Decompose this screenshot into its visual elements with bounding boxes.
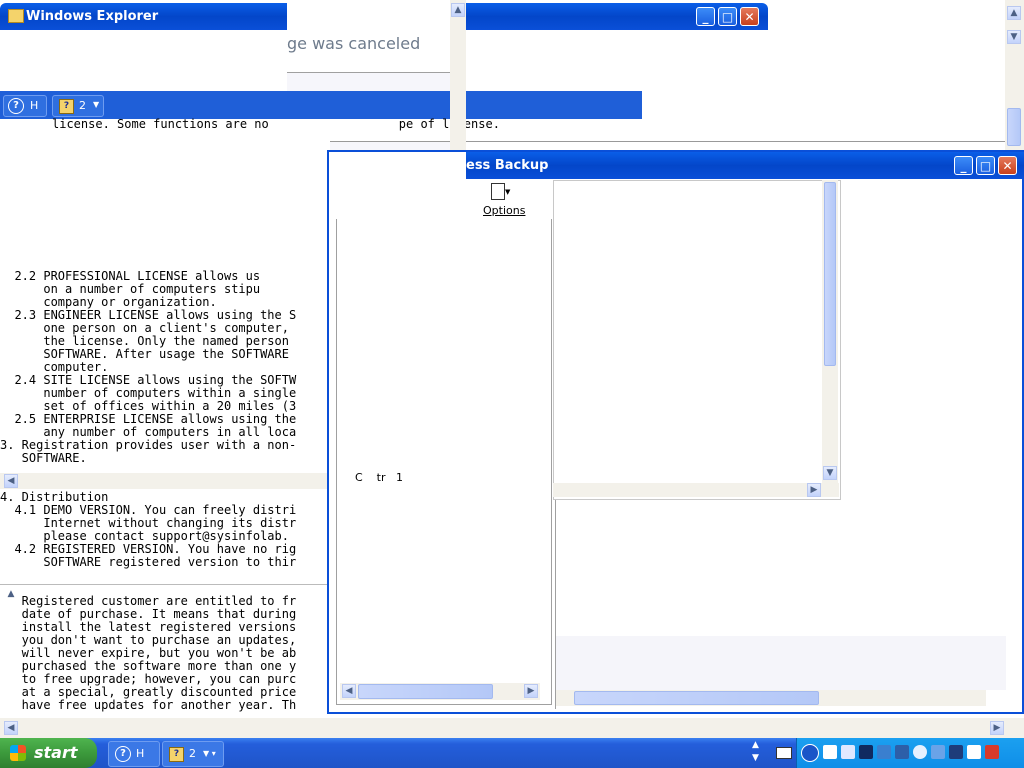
maximize-icon: □ (721, 9, 734, 24)
scroll-up-button[interactable]: ▲ (1007, 6, 1021, 20)
help-button[interactable]: ? H (3, 95, 47, 117)
options-button[interactable]: ▼ Options (478, 180, 526, 218)
tree-scroll-thumb[interactable] (358, 684, 493, 699)
minimize-button[interactable]: _ (696, 7, 715, 26)
scroll-thumb[interactable] (1007, 108, 1021, 146)
taskbar-badge-label: 2 (189, 747, 196, 760)
minimize-icon: _ (960, 158, 967, 173)
backup-minimize-button[interactable]: _ (954, 156, 973, 175)
list-pane-shade (556, 636, 1006, 690)
tray-pen-icon[interactable] (859, 745, 873, 759)
tree-scroll-left[interactable]: ◀ (342, 684, 356, 698)
detail-scroll-down[interactable]: ▼ (823, 466, 837, 480)
windows-logo-icon (10, 745, 26, 761)
start-button[interactable]: start (0, 738, 97, 768)
tree-hscroll[interactable]: ◀ ▶ (340, 683, 540, 700)
taskbar-help-button[interactable]: ? H (108, 741, 160, 767)
system-tray (796, 738, 1024, 768)
scroll-left-button[interactable]: ◀ (4, 474, 18, 488)
center-scroll-up[interactable]: ▲ (451, 3, 465, 17)
tray-x-icon[interactable] (841, 745, 855, 759)
help-label: H (30, 99, 39, 112)
tree-pane (336, 219, 552, 705)
detail-scroll-right[interactable]: ▶ (807, 483, 821, 497)
license-lines-b: 4. Distribution 4.1 DEMO VERSION. You ca… (0, 491, 296, 569)
license-line: SOFTWARE. (0, 451, 87, 465)
tree-scroll-right[interactable]: ▶ (524, 684, 538, 698)
license-top-line: license. Some functions are no pe of lic… (52, 117, 500, 131)
tree-partial-text: C tr 1 (355, 471, 403, 484)
help-icon: ? (8, 98, 24, 114)
tray-refresh-icon[interactable] (913, 745, 927, 759)
bottom-scroll-right[interactable]: ▶ (990, 721, 1004, 735)
tray-gear-icon[interactable] (949, 745, 963, 759)
taskbar-help-label: H (136, 747, 145, 760)
license-text-area-3: ▲ Registered customer are entitled to fr… (0, 584, 330, 715)
help-toolbar: ? H ? 2 ▼ (0, 91, 642, 119)
chevron-down-icon: ▼ (93, 100, 100, 109)
tray-back-icon[interactable] (801, 744, 819, 762)
backup-title: ess Backup (466, 158, 549, 173)
badge-label: 2 (79, 99, 86, 112)
tray-alert-icon[interactable] (985, 745, 999, 759)
license-hscroll[interactable]: ◀ (0, 473, 330, 489)
license-lines: 2.2 PROFESSIONAL LICENSE allows us on a … (0, 270, 296, 465)
scroll-down-button[interactable]: ▼ (1007, 30, 1021, 44)
right-scrollbar-strip[interactable]: ▲ ▼ (1005, 0, 1024, 150)
license-text-area: 2.2 PROFESSIONAL LICENSE allows us on a … (0, 141, 330, 476)
taskbar-scroll-down-icon[interactable]: ▼ (752, 753, 759, 763)
taskbar: start ? H ? 2 ▼ ▾ ▲ ▼ (0, 738, 1024, 768)
tray-network-icon[interactable] (877, 745, 891, 759)
dialog-message: ge was canceled (287, 34, 421, 53)
badge-button[interactable]: ? 2 ▼ (52, 95, 104, 117)
list-scroll-thumb[interactable] (574, 691, 819, 705)
tray-shield-icon[interactable] (895, 745, 909, 759)
folder-icon (8, 9, 24, 23)
detail-vscroll[interactable]: ▼ (822, 180, 838, 483)
taskbar-group-button[interactable]: ? 2 ▼ ▾ (162, 741, 224, 767)
close-button[interactable]: ✕ (740, 7, 759, 26)
close-icon: ✕ (1002, 158, 1013, 173)
list-hscroll[interactable] (556, 690, 986, 706)
license-line: SOFTWARE registered version to thir (0, 555, 297, 569)
help-doc-icon: ? (169, 747, 184, 762)
backup-close-button[interactable]: ✕ (998, 156, 1017, 175)
license-line: have free updates for another year. Th (0, 698, 297, 712)
detail-hscroll[interactable]: ▶ (553, 483, 839, 497)
maximize-icon: □ (979, 158, 992, 173)
chevron-down-icon: ▼ ▾ (203, 749, 216, 758)
dialog-header: ge was canceled (287, 0, 450, 73)
backup-maximize-button[interactable]: □ (976, 156, 995, 175)
tray-arrows-icon[interactable] (823, 745, 837, 759)
tray-people-icon[interactable] (931, 745, 945, 759)
detail-pane (553, 180, 841, 500)
close-icon: ✕ (744, 9, 755, 24)
license-lines-2: Registered customer are entitled to fr d… (0, 595, 297, 712)
options-dropdown-icon: ▼ (505, 188, 511, 196)
minimize-icon: _ (702, 9, 709, 24)
license-top-area: license. Some functions are no pe of lic… (0, 117, 1005, 142)
bottom-scroll-left[interactable]: ◀ (4, 721, 18, 735)
keyboard-icon[interactable] (776, 747, 792, 759)
options-label: Options (483, 204, 526, 217)
license-text-area-2: 4. Distribution 4.1 DEMO VERSION. You ca… (0, 489, 330, 589)
bottom-hscroll[interactable]: ◀ ▶ (0, 718, 1024, 738)
backup-title-bar[interactable]: ess Backup _ □ ✕ (466, 152, 1024, 179)
detail-scroll-thumb[interactable] (824, 182, 836, 366)
help-doc-icon: ? (59, 99, 74, 114)
tray-flag-icon[interactable] (967, 745, 981, 759)
help-icon: ? (115, 746, 131, 762)
options-icon (491, 183, 505, 200)
taskbar-scroll[interactable]: ▲ ▼ (750, 740, 766, 766)
explorer-title: Windows Explorer (26, 9, 159, 24)
start-label: start (34, 743, 78, 762)
taskbar-scroll-up-icon[interactable]: ▲ (752, 740, 759, 750)
maximize-button[interactable]: □ (718, 7, 737, 26)
